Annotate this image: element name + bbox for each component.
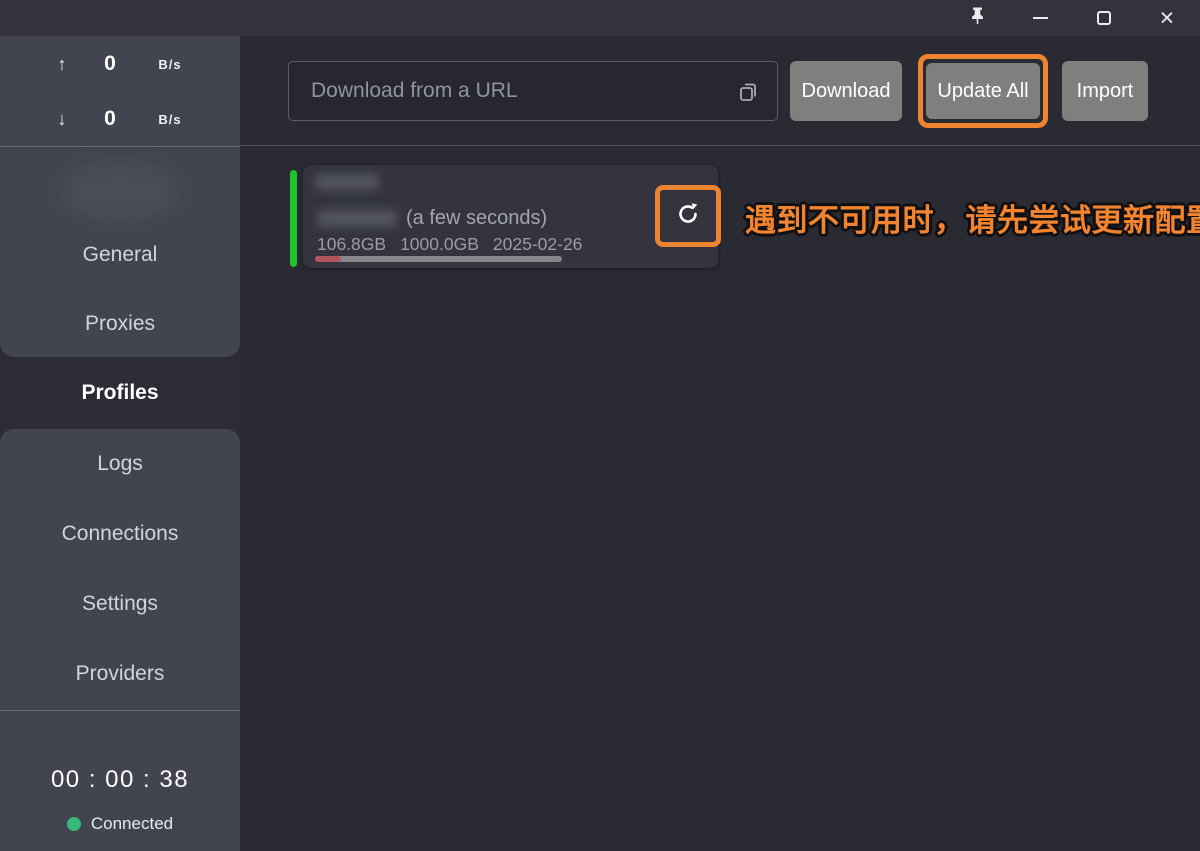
close-button[interactable]: × bbox=[1146, 3, 1188, 33]
sidebar-lower-block: Logs Connections Settings Providers 00 :… bbox=[0, 429, 240, 851]
sidebar: ↑ 0 B/s ↓ 0 B/s General Proxies Profiles… bbox=[0, 36, 240, 851]
sidebar-item-profiles-label: Profiles bbox=[0, 371, 240, 415]
sidebar-item-providers[interactable]: Providers bbox=[0, 652, 240, 696]
minimize-icon bbox=[1033, 17, 1048, 19]
download-speed-unit: B/s bbox=[148, 102, 192, 136]
profile-total: 1000.0GB bbox=[400, 234, 479, 255]
paste-icon[interactable] bbox=[736, 80, 760, 104]
status-dot-icon bbox=[67, 817, 81, 831]
import-button[interactable]: Import bbox=[1062, 61, 1148, 121]
profile-name-redacted bbox=[315, 174, 379, 190]
sidebar-item-connections[interactable]: Connections bbox=[0, 512, 240, 556]
refresh-highlight-box bbox=[655, 185, 721, 247]
app-window: × ↑ 0 B/s ↓ 0 B/s General Proxies Profil… bbox=[0, 0, 1200, 851]
maximize-icon bbox=[1097, 11, 1111, 25]
upload-speed-unit: B/s bbox=[148, 47, 192, 81]
sidebar-item-profiles[interactable]: Profiles bbox=[0, 357, 240, 429]
sidebar-item-proxies[interactable]: Proxies bbox=[0, 302, 240, 346]
toolbar-divider bbox=[240, 145, 1200, 146]
connection-status: Connected bbox=[0, 810, 240, 838]
status-label: Connected bbox=[91, 814, 173, 834]
minimize-button[interactable] bbox=[1019, 3, 1061, 33]
sidebar-upper-block: ↑ 0 B/s ↓ 0 B/s General Proxies bbox=[0, 36, 240, 357]
upload-speed-row: ↑ 0 B/s bbox=[0, 47, 240, 81]
titlebar: × bbox=[0, 0, 1200, 36]
profile-subtitle-row: (a few seconds) bbox=[317, 205, 547, 231]
window-controls: × bbox=[956, 0, 1188, 36]
profile-updated-ago: (a few seconds) bbox=[406, 207, 547, 230]
update-all-highlight-box: Update All bbox=[918, 54, 1048, 128]
pin-icon bbox=[970, 6, 985, 30]
maximize-button[interactable] bbox=[1083, 3, 1125, 33]
uptime-timer: 00 : 00 : 38 bbox=[0, 758, 240, 802]
profile-used: 106.8GB bbox=[317, 234, 386, 255]
sidebar-item-logs[interactable]: Logs bbox=[0, 442, 240, 486]
update-all-button[interactable]: Update All bbox=[926, 63, 1040, 119]
sidebar-divider-top bbox=[0, 146, 240, 147]
download-arrow-icon: ↓ bbox=[50, 102, 74, 136]
download-speed-value: 0 bbox=[84, 102, 136, 136]
usage-progress-fill bbox=[315, 256, 341, 262]
sidebar-item-general[interactable]: General bbox=[0, 233, 240, 277]
usage-progress-bar bbox=[315, 256, 562, 262]
download-button[interactable]: Download bbox=[790, 61, 902, 121]
profile-usage-row: 106.8GB 1000.0GB 2025-02-26 bbox=[317, 234, 582, 254]
url-input[interactable] bbox=[288, 61, 778, 121]
close-icon: × bbox=[1160, 6, 1175, 31]
main-panel: Download Update All Import (a few second… bbox=[240, 36, 1200, 851]
sidebar-item-settings[interactable]: Settings bbox=[0, 582, 240, 626]
blurred-logo bbox=[62, 162, 178, 220]
refresh-icon[interactable] bbox=[674, 200, 702, 233]
pin-button[interactable] bbox=[956, 3, 998, 33]
upload-speed-value: 0 bbox=[84, 47, 136, 81]
active-profile-indicator bbox=[290, 170, 297, 267]
annotation-text: 遇到不可用时，请先尝试更新配置 bbox=[745, 202, 1200, 240]
download-speed-row: ↓ 0 B/s bbox=[0, 102, 240, 136]
sidebar-divider-bottom bbox=[0, 710, 240, 711]
profile-expires: 2025-02-26 bbox=[493, 234, 583, 255]
upload-arrow-icon: ↑ bbox=[50, 47, 74, 81]
profile-provider-redacted bbox=[317, 210, 397, 227]
